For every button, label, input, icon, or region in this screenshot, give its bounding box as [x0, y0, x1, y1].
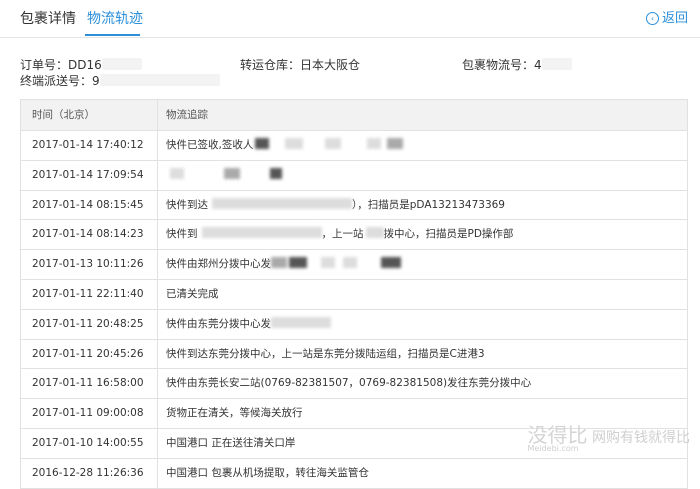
row-time: 2017-01-11 20:45:26 [21, 339, 158, 369]
redacted-mask [285, 138, 304, 149]
row-text-content: 快件由东莞分拨中心发 [166, 317, 271, 330]
row-text-content: 快件已签收,签收人 [166, 139, 254, 151]
row-text-content: 快件由郑州分拨中心发 [166, 258, 271, 271]
transit-warehouse: 转运仓库：日本大阪仓 [240, 57, 360, 73]
redacted-mask [325, 138, 342, 149]
table-row: 2017-01-14 08:14:23 快件到 ，上一站 拨中心，扫描员是PD操作部 [21, 220, 687, 251]
warehouse-label: 转运仓库： [240, 58, 301, 72]
row-time: 2017-01-10 14:00:55 [21, 428, 158, 458]
tab-logistics-tracking[interactable]: 物流轨迹 [87, 10, 143, 28]
redacted-mask [289, 257, 307, 269]
row-time: 2017-01-14 17:09:54 [21, 160, 158, 190]
redacted-mask [321, 257, 335, 269]
row-text: 快件由东莞分拨中心发 [158, 310, 687, 339]
table-row: 2017-01-14 17:09:54 [21, 160, 687, 191]
redacted-mask [224, 167, 240, 179]
redacted-mask [170, 167, 184, 179]
row-time: 2017-01-11 22:11:40 [21, 279, 158, 309]
redacted-mask [381, 257, 401, 269]
header-tracking: 物流追踪 [166, 109, 208, 121]
row-text: 快件到达 ），扫描员是pDA13213473369 [158, 191, 687, 220]
order-number: 订单号：DD16 [20, 57, 142, 73]
back-link[interactable]: ‹ 返回 [645, 10, 688, 28]
redacted-mask [387, 138, 404, 149]
row-text: 已清关完成 [166, 287, 219, 300]
row-text: 快件到达东莞分拨中心，上一站是东莞分拨陆运组，扫描员是C进港3 [166, 347, 485, 360]
tab-package-details[interactable]: 包裹详情 [20, 10, 76, 28]
final-delivery-value: 9 [92, 74, 100, 88]
row-text: 快件到 ，上一站 拨中心，扫描员是PD操作部 [158, 220, 687, 249]
table-row: 2017-01-11 16:58:00 快件由东莞长安二站(0769-82381… [21, 369, 687, 400]
table-header-row: 时间（北京） 物流追踪 [21, 100, 687, 131]
table-row: 2016-12-28 11:26:36 中国港口 包裹从机场提取，转往海关监管仓 [21, 458, 687, 489]
row-text [158, 161, 687, 190]
row-time: 2017-01-13 10:11:26 [21, 250, 158, 279]
final-delivery-number: 终端派送号：9 [20, 73, 220, 89]
table-row: 2017-01-11 20:45:26 快件到达东莞分拨中心，上一站是东莞分拨陆… [21, 339, 687, 370]
row-text-content: 快件到 [166, 228, 198, 241]
redacted-mask [101, 58, 142, 70]
redacted-mask [99, 74, 220, 86]
redacted-mask [212, 197, 352, 209]
table-row: 2017-01-13 10:11:26 快件由郑州分拨中心发 [21, 250, 687, 280]
row-time: 2016-12-28 11:26:36 [21, 458, 158, 488]
order-number-value: DD16 [68, 58, 102, 72]
row-text-content: 快件到达 [166, 198, 208, 211]
active-tab-indicator [85, 34, 140, 36]
row-time: 2017-01-11 09:00:08 [21, 399, 158, 428]
table-row: 2017-01-14 17:40:12 快件已签收,签收人 [21, 131, 687, 161]
redacted-mask [541, 58, 572, 70]
back-label: 返回 [661, 11, 688, 26]
row-text-tail: ，上一站 [321, 228, 364, 241]
redacted-mask [365, 227, 384, 239]
table-row: 2017-01-14 08:15:45 快件到达 ），扫描员是pDA1321347… [21, 190, 687, 221]
redacted-mask [367, 138, 382, 149]
row-text-tail: ），扫描员是pDA13213473369 [352, 198, 505, 211]
order-number-label: 订单号： [20, 58, 69, 72]
redacted-mask [343, 257, 357, 269]
redacted-mask [270, 167, 282, 179]
row-text: 快件由东莞长安二站(0769-82381507，0769-82381508)发往… [166, 377, 532, 390]
row-time: 2017-01-14 17:40:12 [21, 131, 158, 160]
back-arrow-icon: ‹ [645, 12, 659, 25]
row-text-tail-2: 拨中心，扫描员是PD操作部 [383, 228, 514, 241]
row-text: 快件由郑州分拨中心发 [158, 250, 687, 279]
row-text: 快件已签收,签收人 [158, 131, 687, 160]
row-time: 2017-01-11 16:58:00 [21, 369, 158, 399]
parcel-tracking-number: 包裹物流号：4 [462, 57, 572, 73]
redacted-mask [271, 316, 331, 328]
redacted-mask [201, 227, 322, 239]
redacted-mask [271, 257, 287, 269]
row-time: 2017-01-11 20:48:25 [21, 309, 158, 339]
redacted-mask [255, 138, 270, 149]
warehouse-value: 日本大阪仓 [300, 58, 361, 72]
watermark-sub: 网购有钱就得比 [592, 430, 690, 446]
table-row: 2017-01-11 20:48:25 快件由东莞分拨中心发 [21, 309, 687, 340]
header-time: 时间（北京） [21, 100, 158, 130]
row-text: 中国港口 包裹从机场提取，转往海关监管仓 [166, 466, 369, 479]
row-time: 2017-01-14 08:15:45 [21, 190, 158, 220]
tab-bar: 包裹详情 物流轨迹 ‹ 返回 [0, 0, 700, 38]
parcel-label: 包裹物流号： [462, 58, 535, 72]
final-delivery-label: 终端派送号： [20, 74, 93, 88]
row-time: 2017-01-14 08:14:23 [21, 220, 158, 250]
watermark: 没得比 网购有钱就得比 Meidebi.com [528, 419, 690, 453]
parcel-value: 4 [534, 58, 542, 72]
table-row: 2017-01-11 22:11:40 已清关完成 [21, 279, 687, 310]
